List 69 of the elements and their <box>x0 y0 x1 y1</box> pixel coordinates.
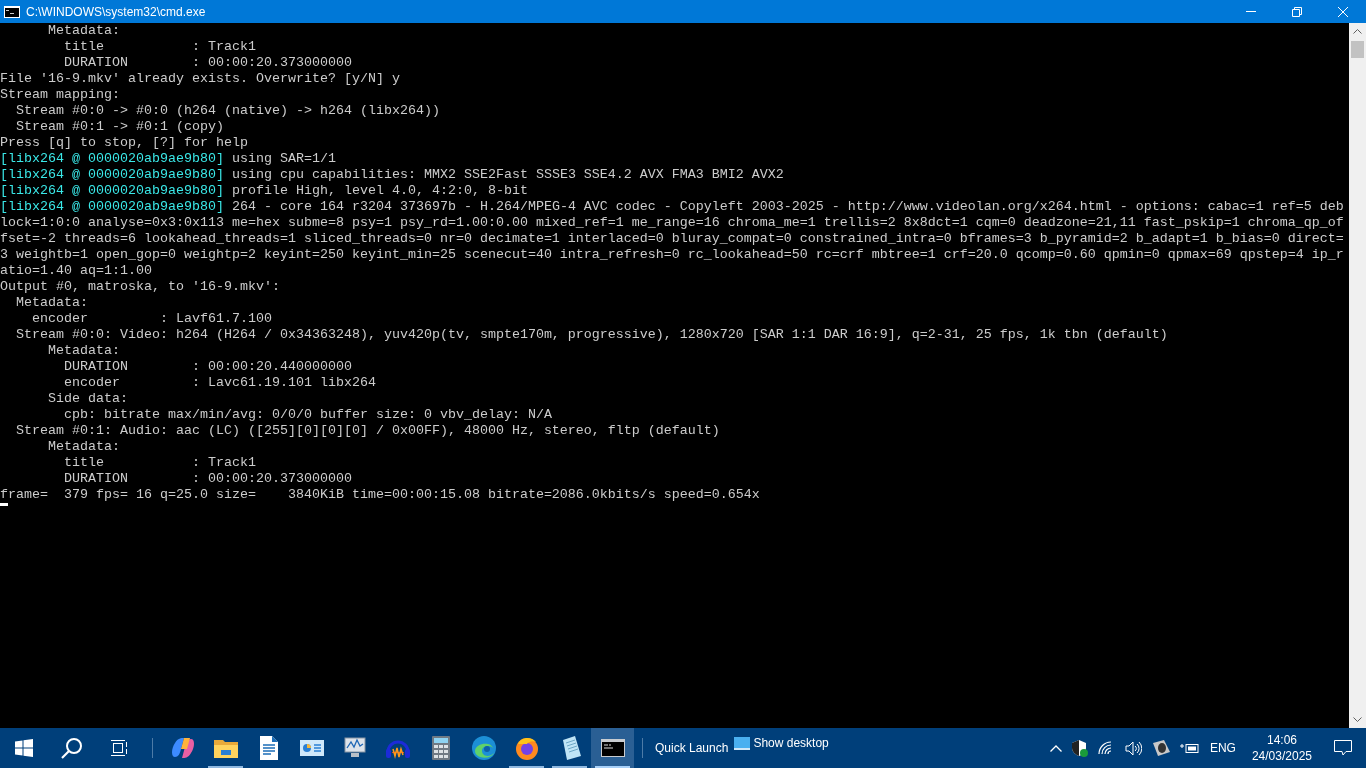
chevron-up-icon[interactable] <box>1049 744 1062 752</box>
clock-time[interactable]: 14:06 <box>1266 732 1297 748</box>
battery-icon[interactable] <box>1179 742 1200 754</box>
console-line: cpb: bitrate max/min/avg: 0/0/0 buffer size: 0 vbv_delay: N/A <box>63 407 552 422</box>
console-line: lock=1:0:0 analyse=0x3:0x113 me=hex subme=8 psy=1 psy_rd=1.00:0.00 mixed_ref=1 me_range=16 chroma_me=1 trellis=2 8x8dct=1 cqm=0 deadzone=21,11 fast_pskip=1 chroma_qp_of <box>0 215 1344 230</box>
wave-icon <box>471 736 496 760</box>
text-cursor <box>0 503 8 506</box>
scroll-down-icon <box>1353 717 1362 722</box>
scroll-thumb[interactable] <box>1351 41 1364 58</box>
console-line: title : Track1 <box>63 455 256 470</box>
log-prefix: [libx264 @ 0000020ab9ae9b80] <box>0 183 224 198</box>
windows-logo-icon <box>15 739 33 757</box>
fox-globe-icon <box>514 736 539 760</box>
console-line: Press [q] to stop, [?] for help <box>0 135 248 150</box>
console-line: Metadata: <box>47 343 120 358</box>
console-line: Stream #0:1 -> #0:1 (copy) <box>15 119 224 134</box>
minimize-icon <box>1246 11 1256 12</box>
console-line: title : Track1 <box>63 39 256 54</box>
log-prefix: [libx264 @ 0000020ab9ae9b80] <box>0 167 224 182</box>
taskbar-app[interactable] <box>591 728 634 768</box>
console-line: 264 - core 164 r3204 373697b - H.264/MPEG-4 AVC codec - Copyleft 2003-2025 - http://www.videolan.org/x264.html - options: cabac=1 ref=5 deb <box>230 199 1344 214</box>
log-prefix: [libx264 @ 0000020ab9ae9b80] <box>0 199 224 214</box>
console-line: atio=1.40 aq=1:1.00 <box>0 263 152 278</box>
console-line: profile High, level 4.0, 4:2:0, 8-bit <box>230 183 528 198</box>
console-line: fset=-2 threads=6 lookahead_threads=1 sliced_threads=0 nr=0 decimate=1 interlaced=0 bluray_compat=0 constrained_intra=0 bframes=3 b_pyramid=2 b_adapt=1 b_bias=0 direct= <box>0 231 1344 246</box>
console-line: Metadata: <box>15 295 88 310</box>
console-line: using cpu capabilities: MMX2 SSE2Fast SSSE3 SSE4.2 AVX FMA3 BMI2 AVX2 <box>230 167 784 182</box>
control-panel-icon <box>299 738 324 758</box>
log-prefix: [libx264 @ 0000020ab9ae9b80] <box>0 151 224 166</box>
console-line: frame= 379 fps= 16 q=25.0 size= 3840KiB time=00:00:15.08 bitrate=2086.0kbits/s speed=0.654x <box>0 487 760 502</box>
desktop-icon <box>734 736 751 750</box>
terminal-icon <box>4 5 20 18</box>
volume-icon[interactable] <box>1124 740 1142 756</box>
console-line: Stream mapping: <box>0 87 120 102</box>
scroll-up-icon <box>1353 29 1362 34</box>
console-line: DURATION : 00:00:20.373000000 <box>63 55 352 70</box>
console-line: using SAR=1/1 <box>230 151 336 166</box>
folder-icon <box>213 738 238 758</box>
restore-icon <box>1292 6 1302 17</box>
search-icon <box>61 737 83 759</box>
terminal-icon <box>600 739 625 757</box>
console-line: Stream #0:0 -> #0:0 (h264 (native) -> h264 (libx264)) <box>15 103 440 118</box>
language-indicator[interactable]: ENG <box>1209 741 1236 755</box>
console-line: DURATION : 00:00:20.373000000 <box>63 471 352 486</box>
console-line: File '16-9.mkv' already exists. Overwrite? [y/N] y <box>0 71 400 86</box>
swirl-icon <box>170 737 195 759</box>
shield-icon[interactable] <box>1071 739 1088 757</box>
calculator-icon <box>431 736 450 760</box>
task-view-icon <box>111 740 129 756</box>
console-line: encoder : Lavc61.19.101 libx264 <box>63 375 376 390</box>
console-line: Metadata: <box>47 439 120 454</box>
notification-icon[interactable] <box>1334 740 1352 756</box>
console-line: DURATION : 00:00:20.440000000 <box>63 359 352 374</box>
toolbar-label: Quick Launch <box>655 741 729 755</box>
monitor-icon <box>342 737 367 759</box>
console-line: encoder : Lavf61.7.100 <box>31 311 272 326</box>
console-line: Stream #0:1: Audio: aac (LC) ([255][0][0][0] / 0x00FF), 48000 Hz, stereo, fltp (default) <box>15 423 720 438</box>
console-line: Side data: <box>47 391 128 406</box>
console-line: Output #0, matroska, to '16-9.mkv': <box>0 279 280 294</box>
show-desktop-button[interactable]: Show desktop <box>730 731 833 755</box>
console-line: 3 weightb=1 open_gop=0 weightp=2 keyint=250 keyint_min=25 scenecut=40 intra_refresh=0 rc_lookahead=50 rc=crf mbtree=1 crf=20.0 qcomp=0.60 qpmin=0 qpmax=69 qpstep=4 ip_r <box>0 247 1344 262</box>
document-icon <box>259 736 278 760</box>
scrollbar[interactable] <box>1349 23 1366 728</box>
close-icon <box>1338 6 1348 17</box>
console-line: Metadata: <box>47 23 120 38</box>
clock-date[interactable]: 24/03/2025 <box>1251 748 1312 764</box>
console-line: Stream #0:0: Video: h264 (H264 / 0x34363248), yuv420p(tv, smpte170m, progressive), 1280x720 [SAR 1:1 DAR 16:9], q=2-31, 25 fps, 1k tbn (default) <box>15 327 1168 342</box>
window-title: C:\WINDOWS\system32\cmd.exe <box>26 4 206 19</box>
speaker-icon[interactable] <box>1151 740 1170 756</box>
